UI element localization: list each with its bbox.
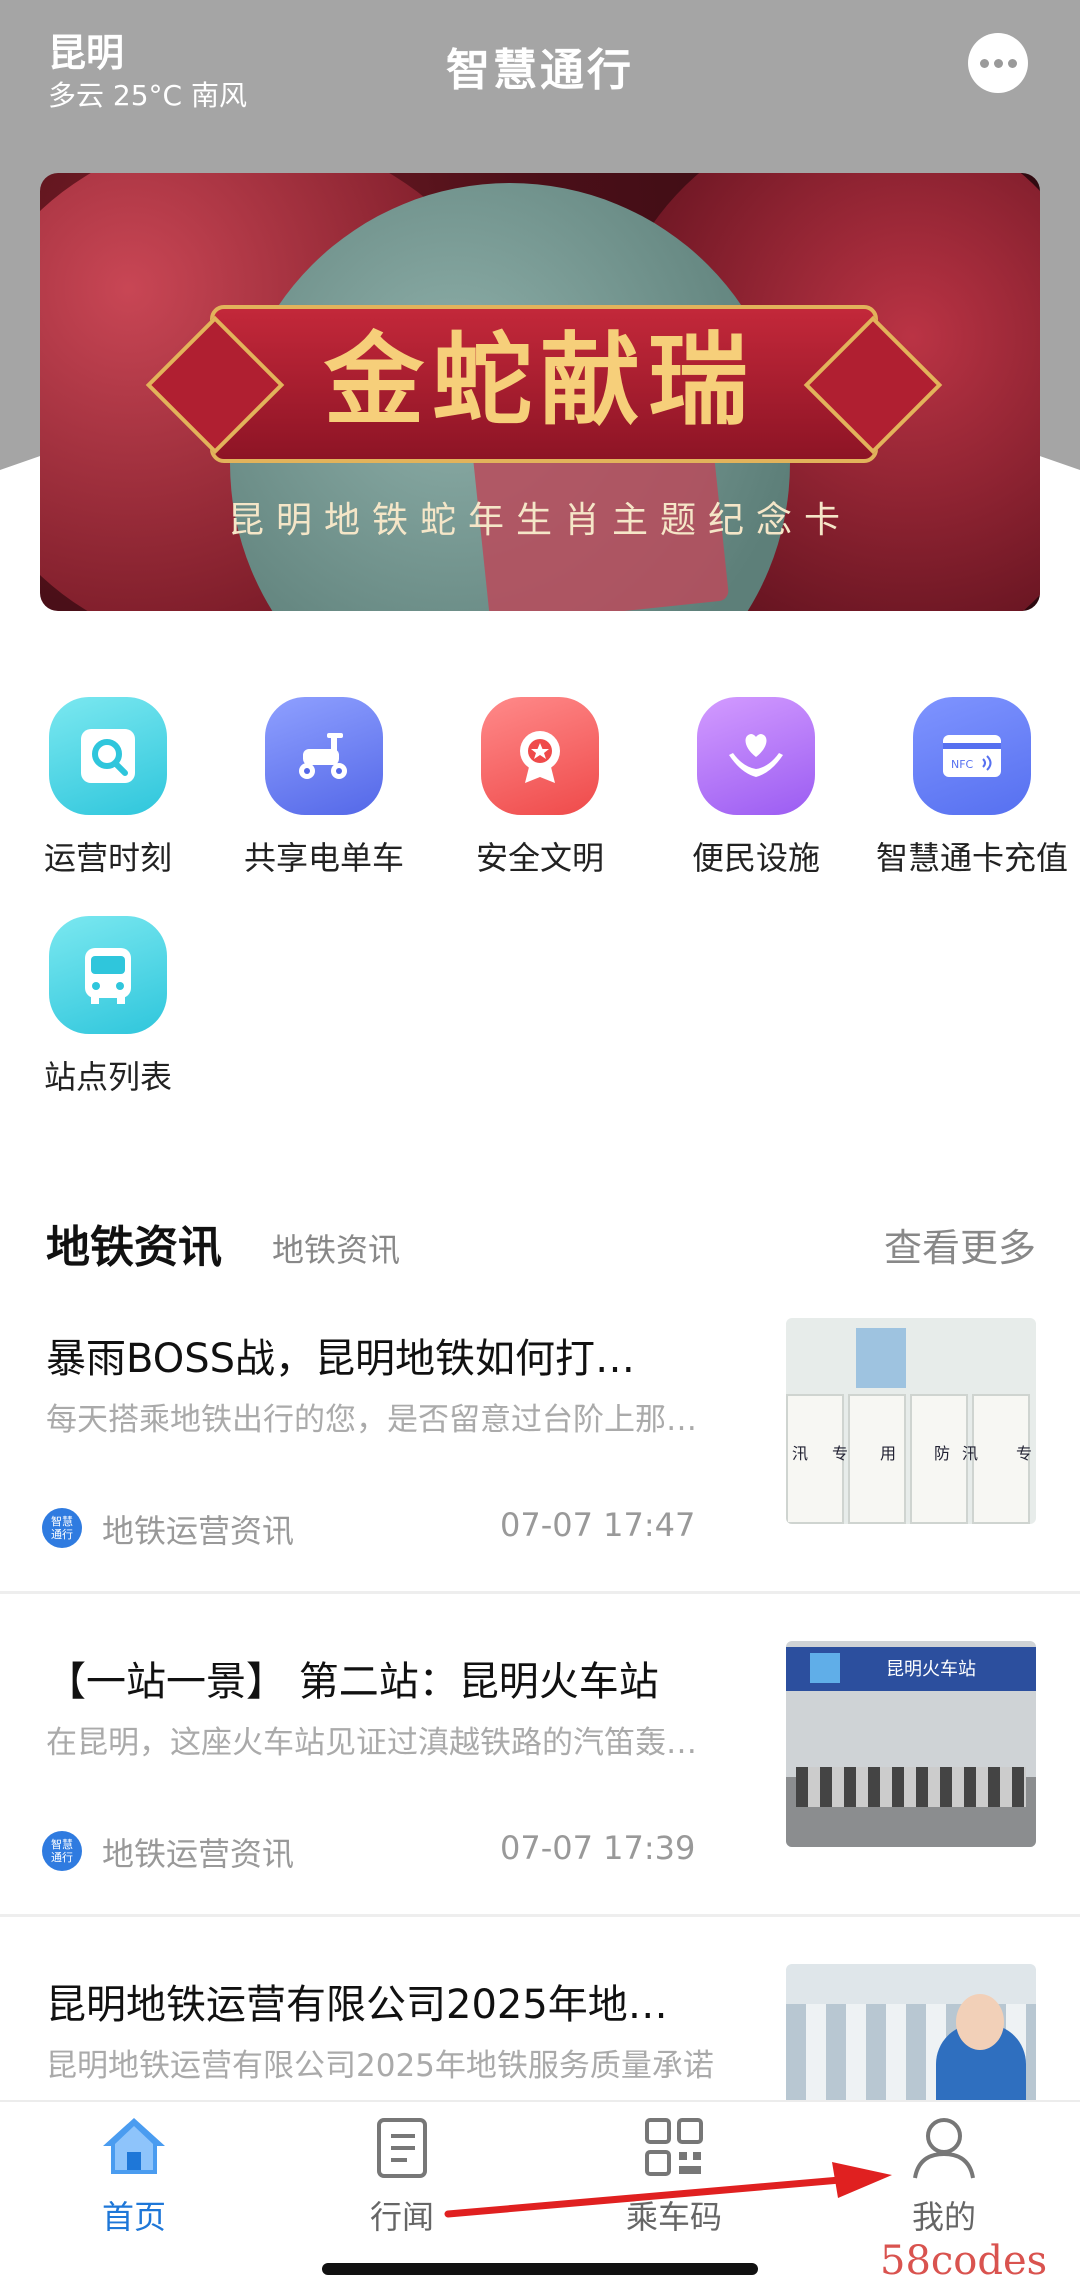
news-title: 昆明地铁运营有限公司2025年地… (46, 1982, 668, 2028)
thumb-label: 专 (1016, 1444, 1033, 1463)
news-time: 07-07 17:39 (500, 1829, 696, 1867)
news-time: 07-07 17:47 (500, 1506, 696, 1544)
promo-banner[interactable]: 金蛇献瑞 昆明地铁蛇年生肖主题纪念卡 (40, 173, 1040, 611)
banner-subline: 昆明地铁蛇年生肖主题纪念卡 (227, 500, 852, 541)
news-title: 暴雨BOSS战，昆明地铁如何打… (46, 1336, 636, 1382)
thumb-label: 用 (880, 1444, 897, 1463)
service-label: 便民设施 (691, 839, 820, 877)
news-title: 【一站一景】 第二站：昆明火车站 (46, 1659, 659, 1705)
service-card-topup[interactable]: NFC 智慧通卡充值 (864, 697, 1080, 879)
badge-icon (481, 697, 599, 815)
source-logo-icon: 智慧通行 (42, 1508, 82, 1548)
more-dots-icon[interactable] (968, 33, 1028, 93)
dot (1008, 59, 1017, 68)
thumb-label: 汛 (962, 1444, 979, 1463)
divider (0, 1591, 1080, 1594)
section-title: 地铁资讯 (46, 1222, 222, 1273)
news-desc: 每天搭乘地铁出行的您，是否留意过台阶上那… (46, 1402, 697, 1438)
watermark: 58codes (880, 2238, 1048, 2284)
service-safety[interactable]: 安全文明 (432, 697, 648, 879)
service-label: 安全文明 (475, 839, 604, 877)
thumb-gates (796, 1767, 1026, 1807)
news-thumbnail: 昆明火车站 (786, 1641, 1036, 1847)
news-item[interactable]: 【一站一景】 第二站：昆明火车站 在昆明，这座火车站见证过滇越铁路的汽笛轰… 智… (0, 1641, 1080, 1909)
tab-home[interactable]: 首页 (34, 2112, 234, 2238)
dot (980, 59, 989, 68)
home-indicator[interactable] (322, 2263, 758, 2275)
service-schedule[interactable]: 运营时刻 (0, 697, 216, 879)
user-icon (913, 2118, 975, 2179)
news-source: 地铁运营资讯 (102, 1512, 295, 1550)
service-label: 智慧通卡充值 (875, 839, 1068, 877)
thumb-cabinet (848, 1394, 906, 1524)
news-icon (377, 2118, 427, 2178)
service-facilities[interactable]: 便民设施 (648, 697, 864, 879)
dot (994, 59, 1003, 68)
service-ebike[interactable]: 共享电单车 (216, 697, 432, 879)
thumb-station-sign: 昆明火车站 (786, 1647, 1036, 1691)
thumb-label: 汛 (792, 1444, 809, 1463)
news-thumbnail: 汛 专 用 防 汛 专 (786, 1318, 1036, 1524)
page-title: 智慧通行 (446, 45, 634, 96)
news-source: 地铁运营资讯 (102, 1835, 295, 1873)
thumb-poster (856, 1328, 906, 1388)
divider (0, 1914, 1080, 1917)
source-logo-icon: 智慧通行 (42, 1831, 82, 1871)
banner-headline: 金蛇献瑞 (324, 321, 756, 439)
thumb-label: 专 (832, 1444, 849, 1463)
news-item[interactable]: 昆明地铁运营有限公司2025年地… 昆明地铁运营有限公司2025年地铁服务质量承… (0, 1964, 1080, 2170)
tab-label: 首页 (101, 2198, 166, 2236)
scooter-icon (265, 697, 383, 815)
annotation-arrow-icon (444, 2162, 892, 2218)
news-item[interactable]: 暴雨BOSS战，昆明地铁如何打… 每天搭乘地铁出行的您，是否留意过台阶上那… 智… (0, 1318, 1080, 1586)
nfc-card-icon: NFC (913, 697, 1031, 815)
heart-hands-icon (697, 697, 815, 815)
thumb-label: 防 (934, 1444, 951, 1463)
service-label: 站点列表 (43, 1058, 172, 1096)
service-label: 共享电单车 (243, 839, 404, 877)
news-desc: 昆明地铁运营有限公司2025年地铁服务质量承诺 (46, 2048, 714, 2084)
svg-text:NFC: NFC (951, 758, 974, 771)
service-label: 运营时刻 (43, 839, 172, 877)
view-more-link[interactable]: 查看更多 (884, 1217, 1036, 1272)
bus-icon (49, 916, 167, 1034)
news-desc: 在昆明，这座火车站见证过滇越铁路的汽笛轰… (46, 1725, 697, 1761)
section-subtitle: 地铁资讯 (272, 1231, 401, 1269)
search-icon (49, 697, 167, 815)
home-icon (103, 2118, 165, 2174)
thumb-face (956, 1994, 1004, 2050)
service-station-list[interactable]: 站点列表 (0, 916, 216, 1098)
top-header: 昆明 多云 25°C 南风 智慧通行 (0, 0, 1080, 140)
